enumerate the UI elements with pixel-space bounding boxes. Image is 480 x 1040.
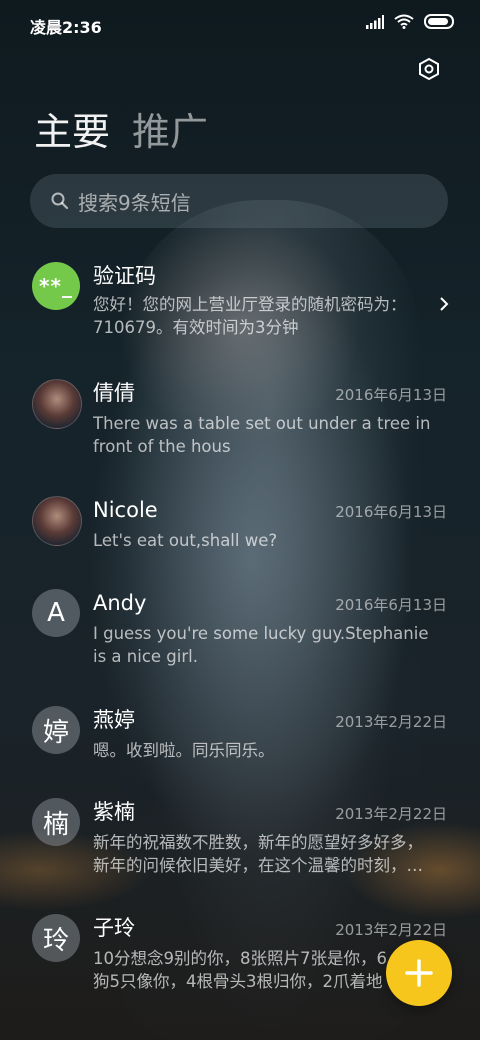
- message-date: 2013年2月22日: [335, 713, 447, 731]
- search-placeholder: 搜索9条短信: [78, 190, 191, 215]
- status-bar: 凌晨2:36: [0, 0, 480, 44]
- avatar: A: [32, 589, 80, 637]
- contact-name: 燕婷: [93, 708, 135, 732]
- avatar: 玲: [32, 914, 80, 962]
- plus-icon: [405, 959, 433, 987]
- contact-name: 子玲: [93, 916, 135, 940]
- message-date: 2016年6月13日: [335, 386, 447, 404]
- contact-name: 紫楠: [93, 800, 135, 824]
- wifi-icon: [394, 14, 414, 29]
- contact-name: 倩倩: [93, 381, 135, 405]
- settings-button[interactable]: [414, 54, 444, 84]
- avatar: [32, 379, 82, 429]
- avatar: **_: [32, 262, 80, 310]
- avatar: [32, 496, 82, 546]
- settings-hexagon-icon: [419, 57, 439, 81]
- message-preview: I guess you're some lucky guy.Stephanie …: [93, 624, 429, 666]
- message-preview: 嗯。收到啦。同乐同乐。: [93, 741, 275, 760]
- search-input[interactable]: 搜索9条短信: [30, 174, 448, 228]
- contact-name: 验证码: [93, 264, 156, 288]
- message-date: 2016年6月13日: [335, 596, 447, 614]
- message-preview: Let's eat out,shall we?: [93, 531, 278, 550]
- avatar: 婷: [32, 706, 80, 754]
- status-icons: [366, 14, 454, 29]
- chevron-right-icon: [440, 297, 449, 311]
- search-icon: [51, 192, 69, 210]
- tab-primary[interactable]: 主要: [34, 108, 110, 156]
- tab-promotion[interactable]: 推广: [132, 108, 208, 156]
- message-date: 2013年2月22日: [335, 805, 447, 823]
- status-time: 凌晨2:36: [30, 18, 102, 37]
- message-preview: 新年的祝福数不胜数，新年的愿望好多好多， 新年的问候依旧美好，在这个温馨的时刻，…: [93, 833, 423, 875]
- message-preview: There was a table set out under a tree i…: [93, 414, 431, 456]
- message-preview: 您好！您的网上营业厅登录的随机密码为： 710679。有效时间为3分钟: [93, 295, 407, 337]
- message-date: 2013年2月22日: [335, 921, 447, 939]
- signal-icon: [366, 14, 384, 29]
- avatar: 楠: [32, 798, 80, 846]
- contact-name: Nicole: [93, 498, 158, 522]
- contact-name: Andy: [93, 591, 147, 615]
- tab-bar: 主要 推广: [34, 108, 208, 156]
- battery-icon: [424, 14, 454, 29]
- message-date: 2016年6月13日: [335, 503, 447, 521]
- new-message-button[interactable]: [386, 940, 452, 1006]
